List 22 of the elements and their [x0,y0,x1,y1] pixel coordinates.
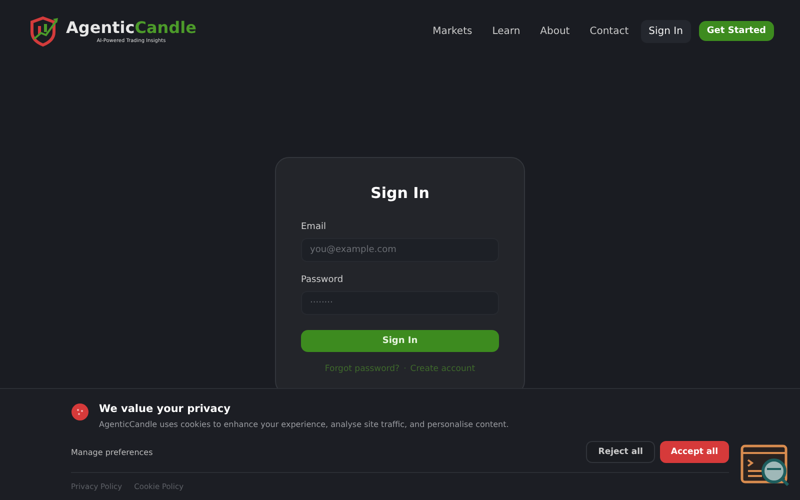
separator-dot: · [404,364,406,374]
banner-message: AgenticCandle uses cookies to enhance your experience, analyse site traffic, and personalise content. [99,420,509,429]
get-started-button[interactable]: Get Started [698,21,774,41]
reject-button[interactable]: Reject all [586,441,655,463]
nav-link[interactable]: About [532,20,578,42]
nav-link[interactable]: Sign In [640,20,691,42]
nav-link[interactable]: Markets [424,20,480,42]
nav-link[interactable]: Contact [582,20,637,42]
input-field[interactable]: ········ [301,291,499,315]
input-field[interactable]: you@example.com [301,238,499,262]
banner-title: We value your privacy [99,403,232,415]
browser-search-icon[interactable] [740,444,790,486]
manage-preferences-link[interactable]: Manage preferences [71,448,153,456]
cookie-icon [71,403,89,421]
field-label: Email [301,222,327,232]
brand-name[interactable]: AgenticCandle [66,18,196,37]
shield-candle-logo-icon [30,15,60,47]
field-label: Password [301,275,344,285]
card-title: Sign In [370,184,430,202]
nav-link[interactable]: Learn [484,20,528,42]
sign-in-button[interactable]: Sign In [301,330,499,352]
accept-button[interactable]: Accept all [660,441,729,463]
